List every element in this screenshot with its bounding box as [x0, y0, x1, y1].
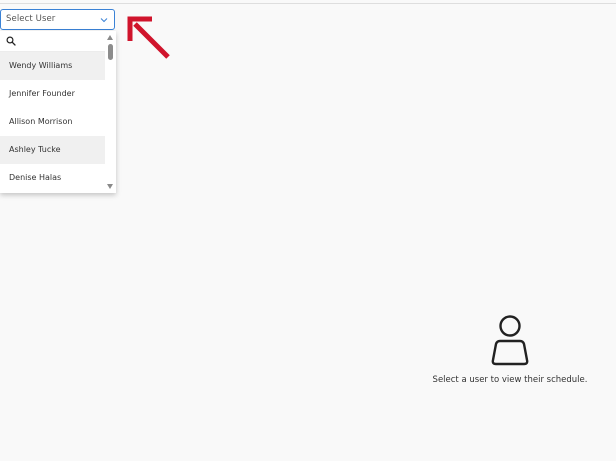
scroll-down-arrow-icon[interactable] [107, 184, 113, 189]
scroll-thumb[interactable] [108, 44, 113, 60]
user-dropdown-menu: Wendy Williams Jennifer Founder Allison … [0, 31, 116, 193]
user-option[interactable]: Denise Halas [0, 164, 105, 192]
user-option[interactable]: Wendy Williams [0, 52, 105, 80]
person-icon [491, 315, 529, 366]
arrow-up-left-icon [127, 16, 170, 59]
chevron-down-icon [100, 18, 108, 23]
user-option-label: Denise Halas [9, 173, 62, 182]
user-option-label: Allison Morrison [9, 117, 73, 126]
user-option-label: Ashley Tucke [9, 145, 61, 154]
dropdown-scrollbar[interactable] [105, 31, 116, 193]
empty-state: Select a user to view their schedule. [410, 314, 610, 394]
empty-state-message: Select a user to view their schedule. [432, 375, 588, 385]
user-option[interactable]: Jennifer Founder [0, 80, 105, 108]
select-user-dropdown[interactable]: Select User [0, 9, 115, 30]
select-user-placeholder: Select User [6, 14, 56, 24]
user-search-input[interactable] [0, 31, 105, 52]
search-icon [6, 36, 16, 46]
user-option-label: Jennifer Founder [9, 89, 75, 98]
user-option-label: Wendy Williams [9, 61, 73, 70]
scroll-up-arrow-icon[interactable] [107, 35, 113, 40]
user-option[interactable]: Allison Morrison [0, 108, 105, 136]
user-option[interactable]: Ashley Tucke [0, 136, 105, 164]
header-divider [0, 3, 616, 4]
user-options-list: Wendy Williams Jennifer Founder Allison … [0, 52, 105, 192]
schedule-page: Select User Wendy Williams Jennifer Foun… [0, 0, 616, 461]
